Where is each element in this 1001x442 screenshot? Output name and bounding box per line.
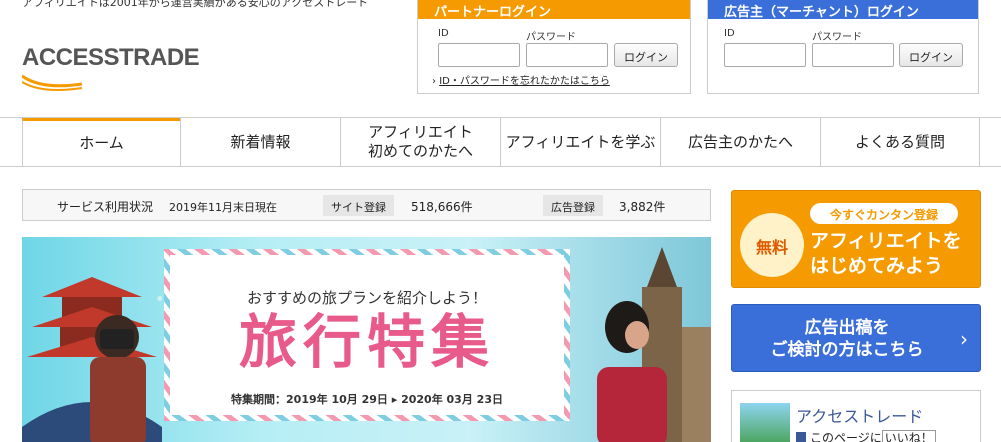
partner-id-label: ID bbox=[438, 28, 449, 39]
nav-advertisers[interactable]: 広告主のかたへ bbox=[660, 118, 820, 166]
partner-login-title: パートナーログイン bbox=[418, 0, 690, 20]
merchant-login-title: 広告主（マーチャント）ログイン bbox=[708, 0, 978, 20]
facebook-like-row: このページに いいね！ bbox=[796, 429, 936, 442]
forgot-password-text[interactable]: ID・パスワードを忘れたかたはこちら bbox=[439, 76, 610, 87]
photographer-illustration bbox=[90, 315, 146, 442]
signup-main-text: アフィリエイトを はじめてみよう bbox=[810, 230, 962, 277]
nav-news[interactable]: 新着情報 bbox=[180, 118, 340, 166]
site-count-label: サイト登録 bbox=[323, 195, 394, 216]
stats-date: 2019年11月末日現在 bbox=[169, 201, 277, 214]
facebook-page-thumbnail[interactable] bbox=[740, 403, 790, 442]
merchant-id-label: ID bbox=[724, 28, 735, 39]
merchant-login-button[interactable]: ログイン bbox=[899, 43, 963, 67]
nav-home[interactable]: ホーム bbox=[22, 118, 180, 166]
ad-count-value: 3,882件 bbox=[619, 200, 666, 214]
ad-count-label: 広告登録 bbox=[543, 195, 603, 216]
partner-id-input[interactable] bbox=[438, 43, 520, 67]
feature-subtitle: おすすめの旅プランを紹介しよう！ bbox=[246, 289, 487, 307]
logo-text: ACCESSTRADE bbox=[22, 44, 200, 71]
logo-swoosh-icon bbox=[22, 74, 83, 91]
merchant-password-input[interactable] bbox=[812, 43, 894, 67]
merchant-login-box: 広告主（マーチャント）ログイン ID パスワード ログイン bbox=[707, 0, 979, 94]
nav-beginners[interactable]: アフィリエイト 初めてのかたへ bbox=[340, 118, 500, 166]
facebook-page-name[interactable]: アクセストレード bbox=[796, 403, 923, 427]
site-tagline: アフィリエイトは2001年から運営実績がある安心のアクセストレード bbox=[22, 0, 369, 9]
travel-feature-banner[interactable]: おすすめの旅プランを紹介しよう！ 旅行特集 特集期間：2019年 10月 29日… bbox=[22, 237, 711, 442]
facebook-like-button[interactable]: いいね！ bbox=[881, 430, 936, 442]
advertise-main-text: 広告出稿を ご検討の方はこちら bbox=[770, 318, 924, 361]
facebook-like-text: このページに bbox=[810, 431, 882, 442]
accesstrade-logo[interactable]: ACCESSTRADE bbox=[22, 44, 222, 94]
partner-password-label: パスワード bbox=[526, 32, 576, 43]
nav-faq[interactable]: よくある質問 bbox=[820, 118, 980, 166]
signup-pill: 今すぐカンタン登録 bbox=[810, 203, 958, 224]
feature-title: 旅行特集 bbox=[238, 308, 495, 376]
merchant-id-input[interactable] bbox=[724, 43, 806, 67]
feature-card: おすすめの旅プランを紹介しよう！ 旅行特集 特集期間：2019年 10月 29日… bbox=[164, 249, 570, 421]
site-count-value: 518,666件 bbox=[411, 200, 473, 214]
nav-learn[interactable]: アフィリエイトを学ぶ bbox=[500, 118, 660, 166]
facebook-page-widget: アクセストレード このページに いいね！ bbox=[731, 390, 981, 442]
main-nav: ホーム 新着情報 アフィリエイト 初めてのかたへ アフィリエイトを学ぶ 広告主の… bbox=[0, 117, 1001, 167]
partner-login-button[interactable]: ログイン bbox=[614, 43, 678, 67]
stats-label: サービス利用状況 bbox=[57, 200, 154, 214]
chevron-right-icon: › bbox=[960, 327, 968, 351]
feature-period: 特集期間：2019年 10月 29日 ▸ 2020年 03月 23日 bbox=[231, 393, 503, 406]
free-badge: 無料 bbox=[740, 213, 804, 277]
free-signup-button[interactable]: 無料 今すぐカンタン登録 アフィリエイトを はじめてみよう bbox=[731, 190, 981, 288]
partner-login-box: パートナーログイン ID パスワード ログイン › ID・パスワードを忘れたかた… bbox=[417, 0, 691, 94]
advertise-inquiry-button[interactable]: 広告出稿を ご検討の方はこちら › bbox=[731, 304, 981, 372]
traveler-illustration bbox=[597, 301, 667, 442]
partner-password-input[interactable] bbox=[526, 43, 608, 67]
forgot-password-link[interactable]: › ID・パスワードを忘れたかたはこちら bbox=[432, 72, 610, 87]
facebook-icon bbox=[796, 432, 806, 442]
merchant-password-label: パスワード bbox=[812, 32, 862, 43]
service-stats-bar: サービス利用状況 2019年11月末日現在 サイト登録 518,666件 広告登… bbox=[22, 189, 711, 221]
